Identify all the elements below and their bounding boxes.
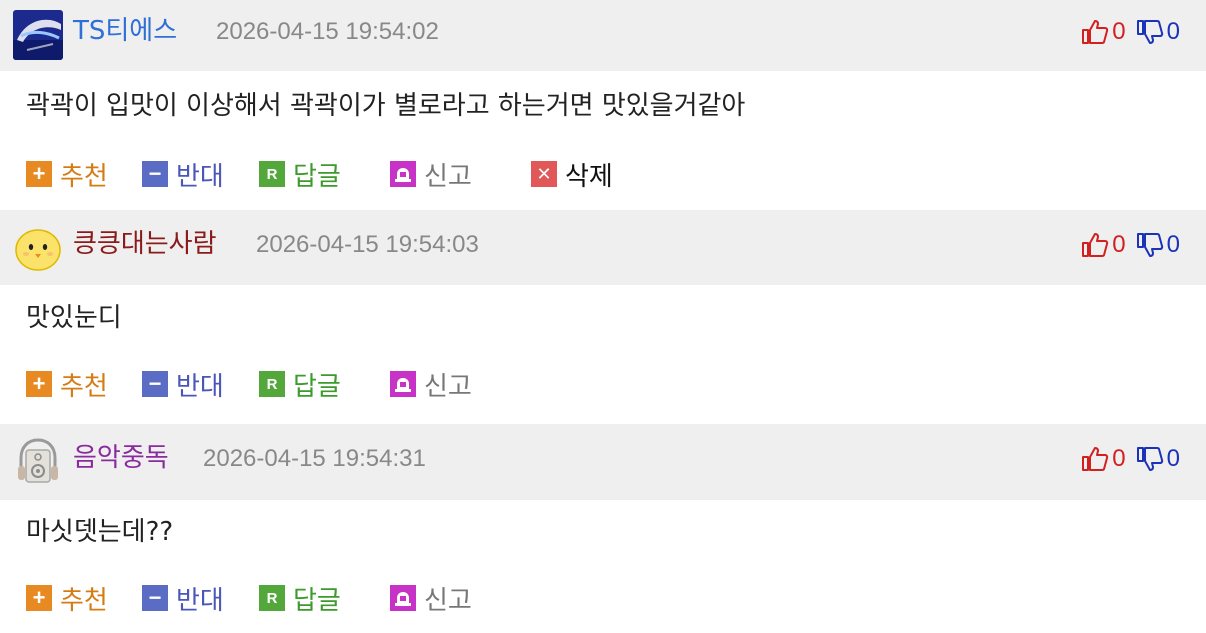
reply-button[interactable]: R 답글 [259, 364, 341, 404]
minus-icon: − [142, 161, 168, 187]
timestamp: 2026-04-15 19:54:02 [216, 18, 439, 45]
reply-label: 답글 [293, 585, 341, 616]
downvote-button[interactable]: 0 [1136, 231, 1180, 259]
vote-group: 0 0 [1081, 229, 1180, 261]
comment-header: TS티에스 2026-04-15 19:54:02 0 0 [0, 0, 1206, 71]
reply-label: 답글 [293, 371, 341, 402]
avatar[interactable] [13, 436, 63, 486]
nickname[interactable]: 음악중독 [73, 440, 169, 476]
comment-header: 킁킁대는사람 2026-04-15 19:54:03 0 0 [0, 210, 1206, 285]
comment-actions: + 추천 − 반대 R 답글 신고 ✕ 삭제 [0, 154, 1206, 194]
thumbs-down-icon [1136, 20, 1163, 44]
thumbs-down-icon [1136, 447, 1163, 471]
upvote-button[interactable]: 0 [1081, 231, 1126, 259]
vote-group: 0 0 [1081, 443, 1180, 475]
oppose-button[interactable]: − 반대 [142, 578, 224, 618]
upvote-count: 0 [1112, 18, 1126, 45]
thumbs-up-icon [1082, 20, 1109, 44]
reply-icon: R [259, 161, 285, 187]
thumbs-down-icon [1136, 233, 1163, 257]
recommend-label: 추천 [60, 585, 108, 616]
oppose-button[interactable]: − 반대 [142, 364, 224, 404]
report-label: 신고 [424, 585, 472, 616]
oppose-button[interactable]: − 반대 [142, 154, 224, 194]
comment-text: 마싯뎃는데?? [26, 517, 174, 547]
delete-icon: ✕ [531, 161, 557, 187]
reply-label: 답글 [293, 161, 341, 192]
plus-icon: + [26, 161, 52, 187]
report-label: 신고 [424, 161, 472, 192]
reply-button[interactable]: R 답글 [259, 154, 341, 194]
downvote-button[interactable]: 0 [1136, 18, 1180, 46]
comment-header: 음악중독 2026-04-15 19:54:31 0 0 [0, 424, 1206, 500]
recommend-label: 추천 [60, 161, 108, 192]
comment-item: 킁킁대는사람 2026-04-15 19:54:03 0 0 맛있눈디 + 추천… [0, 210, 1206, 424]
thumbs-up-icon [1082, 233, 1109, 257]
vote-group: 0 0 [1081, 16, 1180, 48]
nickname[interactable]: 킁킁대는사람 [73, 226, 217, 262]
oppose-label: 반대 [176, 161, 224, 192]
recommend-label: 추천 [60, 371, 108, 402]
comment-item: TS티에스 2026-04-15 19:54:02 0 0 곽곽이 입맛이 이상… [0, 0, 1206, 210]
comment-actions: + 추천 − 반대 R 답글 신고 [0, 578, 1206, 618]
report-button[interactable]: 신고 [390, 578, 472, 618]
reply-icon: R [259, 371, 285, 397]
plus-icon: + [26, 585, 52, 611]
report-button[interactable]: 신고 [390, 364, 472, 404]
comment-item: 음악중독 2026-04-15 19:54:31 0 0 마싯뎃는데?? + 추… [0, 424, 1206, 633]
minus-icon: − [142, 585, 168, 611]
report-label: 신고 [424, 371, 472, 402]
upvote-count: 0 [1112, 445, 1126, 472]
avatar[interactable] [13, 10, 63, 60]
delete-button[interactable]: ✕ 삭제 [531, 154, 613, 194]
thumbs-up-icon [1082, 447, 1109, 471]
plus-icon: + [26, 371, 52, 397]
comment-text: 맛있눈디 [26, 303, 122, 333]
downvote-button[interactable]: 0 [1136, 445, 1180, 473]
timestamp: 2026-04-15 19:54:31 [203, 445, 426, 472]
siren-icon [390, 371, 416, 397]
downvote-count: 0 [1166, 231, 1180, 258]
delete-label: 삭제 [565, 161, 613, 192]
recommend-button[interactable]: + 추천 [26, 154, 108, 194]
siren-icon [390, 161, 416, 187]
comment-text: 곽곽이 입맛이 이상해서 곽곽이가 별로라고 하는거면 맛있을거같아 [26, 91, 746, 121]
upvote-count: 0 [1112, 231, 1126, 258]
comment-actions: + 추천 − 반대 R 답글 신고 [0, 364, 1206, 404]
upvote-button[interactable]: 0 [1081, 445, 1126, 473]
siren-icon [390, 585, 416, 611]
oppose-label: 반대 [176, 371, 224, 402]
recommend-button[interactable]: + 추천 [26, 364, 108, 404]
minus-icon: − [142, 371, 168, 397]
downvote-count: 0 [1166, 445, 1180, 472]
timestamp: 2026-04-15 19:54:03 [256, 231, 479, 258]
avatar[interactable] [13, 223, 63, 273]
report-button[interactable]: 신고 [390, 154, 472, 194]
reply-button[interactable]: R 답글 [259, 578, 341, 618]
nickname[interactable]: TS티에스 [73, 13, 177, 49]
reply-icon: R [259, 585, 285, 611]
upvote-button[interactable]: 0 [1081, 18, 1126, 46]
oppose-label: 반대 [176, 585, 224, 616]
downvote-count: 0 [1166, 18, 1180, 45]
recommend-button[interactable]: + 추천 [26, 578, 108, 618]
